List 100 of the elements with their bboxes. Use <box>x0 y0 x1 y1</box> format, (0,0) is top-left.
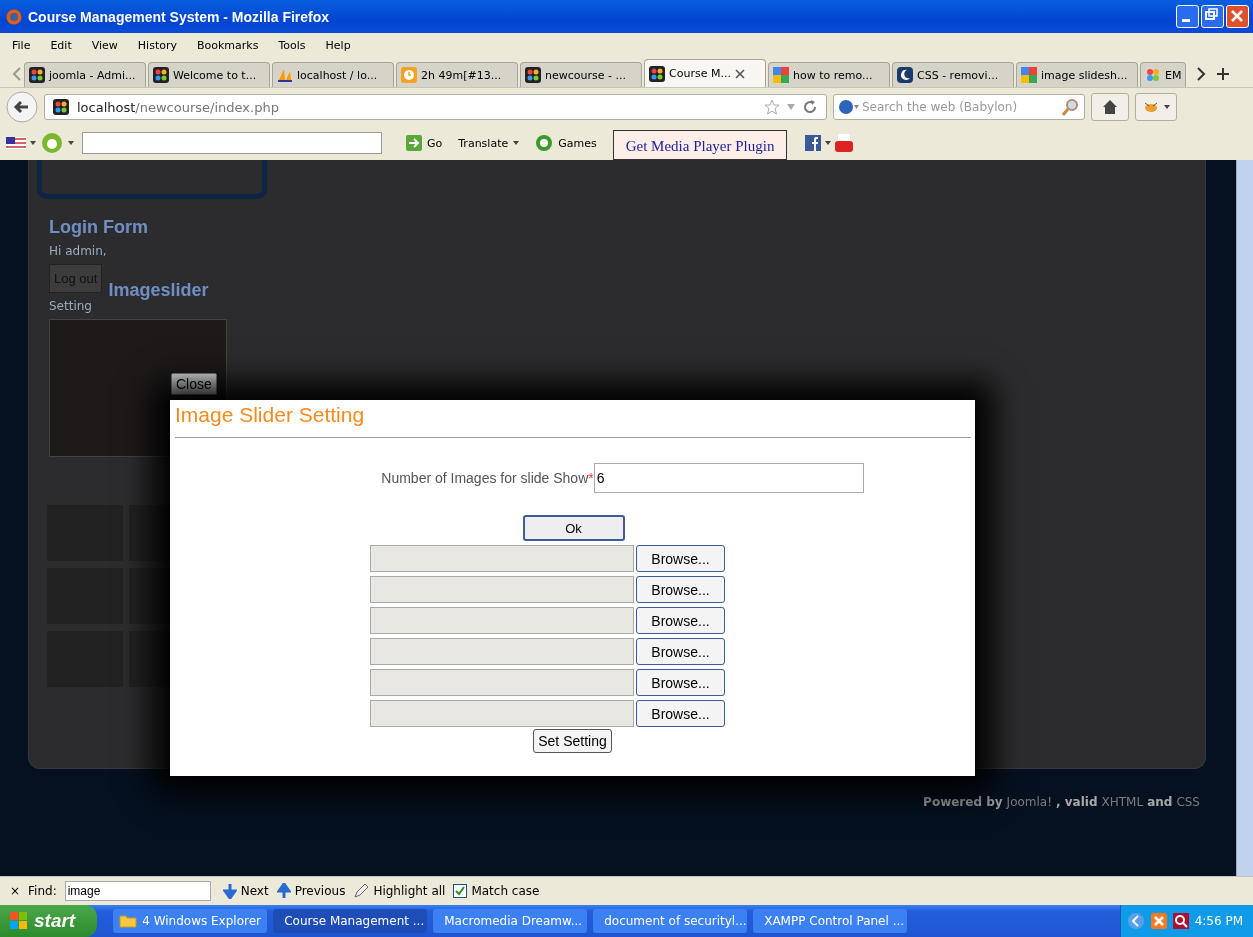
window-title: Course Management System - Mozilla Firefox <box>28 8 331 25</box>
windows-logo-icon <box>10 912 28 930</box>
url-text: localhost/newcourse/index.php <box>77 99 280 115</box>
search-field[interactable] <box>82 132 382 154</box>
plugin-banner[interactable]: Get Media Player Plugin <box>612 130 788 160</box>
file-path-field[interactable] <box>370 700 634 727</box>
menu-item[interactable]: Bookmarks <box>197 38 259 52</box>
games-icon <box>535 134 554 152</box>
addon-button[interactable] <box>1135 93 1177 121</box>
browse-button[interactable]: Browse... <box>636 669 725 696</box>
dropdown-arrow-icon <box>1162 104 1171 110</box>
magnifier-icon <box>1172 913 1189 929</box>
browse-button[interactable]: Browse... <box>636 545 725 572</box>
maximize-button[interactable] <box>1201 5 1224 28</box>
file-path-field[interactable] <box>370 669 634 696</box>
browser-tab[interactable]: CSS - removi... <box>892 62 1014 87</box>
module-title: Login Form <box>49 217 148 238</box>
taskbar-button[interactable]: document of securityl... <box>593 909 748 933</box>
find-label: Find: <box>28 884 57 898</box>
browse-button[interactable]: Browse... <box>636 638 725 665</box>
plus-icon <box>1216 67 1231 81</box>
facebook-icon <box>805 135 822 151</box>
taskbar-button[interactable]: 4 Windows Explorer <box>113 909 268 933</box>
arrow-up-icon <box>276 883 291 899</box>
back-button[interactable] <box>6 91 38 123</box>
match-case-checkbox[interactable] <box>453 884 468 898</box>
field-label: Number of Images for slide Show* <box>381 470 594 486</box>
close-button[interactable]: Close <box>171 373 217 395</box>
joomla-logo-icon <box>53 99 69 115</box>
pencil-icon <box>353 883 370 899</box>
address-bar[interactable]: localhost/newcourse/index.php <box>44 94 827 120</box>
browser-tab[interactable]: localhost / lo... <box>272 62 394 87</box>
dropdown-arrow-icon <box>825 141 832 145</box>
footer-link[interactable]: Joomla! <box>1006 795 1053 809</box>
joomla-logo-icon <box>153 67 169 83</box>
start-button[interactable]: start <box>0 905 98 937</box>
taskbar-button[interactable]: XAMPP Control Panel ... <box>753 909 908 933</box>
browse-button[interactable]: Browse... <box>636 576 725 603</box>
browser-tab[interactable]: how to remo... <box>768 62 890 87</box>
menu-item[interactable]: File <box>12 38 31 52</box>
file-path-field[interactable] <box>370 638 634 665</box>
search-icon <box>1062 98 1080 116</box>
browser-tab[interactable]: newcourse - ... <box>520 62 642 87</box>
ok-button[interactable]: Ok <box>522 515 625 541</box>
next-button[interactable]: Next <box>222 883 269 899</box>
chevron-right-icon <box>1196 67 1207 81</box>
home-button[interactable] <box>1091 93 1129 121</box>
minimize-button[interactable] <box>1176 5 1199 28</box>
reload-icon <box>802 99 818 115</box>
dropdown-arrow-icon <box>513 141 520 145</box>
highlight-all-button[interactable]: Highlight all <box>353 883 446 899</box>
folder-icon <box>119 914 138 928</box>
joomla-logo-icon <box>29 67 45 83</box>
vertical-scrollbar[interactable] <box>1236 160 1253 876</box>
colored-squares-icon <box>1021 67 1037 83</box>
browser-tab[interactable]: image slidesh... <box>1016 62 1138 87</box>
menu-item[interactable]: Tools <box>278 38 306 52</box>
joomla-logo-icon <box>649 65 665 82</box>
browser-tab[interactable]: 2h 49m[#13... <box>396 62 518 87</box>
browser-tab[interactable]: Welcome to t... <box>148 62 270 87</box>
browser-tab[interactable]: Course M... <box>644 59 766 87</box>
go-button[interactable]: Go <box>406 135 443 151</box>
find-field[interactable]: image <box>64 881 211 901</box>
xampp-icon <box>1150 913 1167 929</box>
menu-item[interactable]: Edit <box>50 38 72 52</box>
babylon-logo-icon <box>40 131 64 155</box>
browse-button[interactable]: Browse... <box>636 700 725 727</box>
flag-icon <box>6 137 26 149</box>
taskbar-button[interactable]: Course Management ... <box>273 909 428 933</box>
games-button[interactable]: Games <box>535 134 597 152</box>
dropdown-arrow-icon <box>30 141 36 145</box>
file-path-field[interactable] <box>370 545 634 572</box>
translate-menu[interactable]: Translate <box>458 136 520 150</box>
file-path-field[interactable] <box>370 576 634 603</box>
close-find-button[interactable]: × <box>10 884 21 898</box>
search-bar[interactable]: Search the web (Babylon) <box>833 94 1085 120</box>
browser-tab[interactable]: EM <box>1140 62 1187 87</box>
setting-link[interactable]: Setting <box>49 299 92 313</box>
chevron-left-icon <box>1126 912 1145 930</box>
previous-button[interactable]: Previous <box>276 883 346 899</box>
greeting-text: Hi admin, <box>49 244 107 258</box>
footer-link[interactable]: CSS <box>1176 795 1200 809</box>
dropdown-arrow-icon <box>68 141 74 145</box>
file-path-field[interactable] <box>370 607 634 634</box>
menu-item[interactable]: Help <box>325 38 351 52</box>
scroll-left-button[interactable] <box>12 67 22 81</box>
checkmark-icon <box>455 886 466 896</box>
close-button[interactable] <box>1226 5 1249 28</box>
browser-tab[interactable]: joomla - Admi... <box>24 62 146 87</box>
dialog-title: Image Slider Setting <box>174 402 365 427</box>
taskbar-button[interactable]: Macromedia Dreamw... <box>433 909 588 933</box>
menu-item[interactable]: View <box>91 38 118 52</box>
count-field[interactable]: 6 <box>593 463 864 493</box>
close-icon <box>734 68 745 79</box>
footer-link[interactable]: XHTML <box>1101 795 1144 809</box>
moon-icon <box>897 67 913 83</box>
clock-icon <box>401 67 417 83</box>
browse-button[interactable]: Browse... <box>636 607 725 634</box>
set-setting-button[interactable]: Set Setting <box>533 729 612 753</box>
menu-item[interactable]: History <box>137 38 177 52</box>
